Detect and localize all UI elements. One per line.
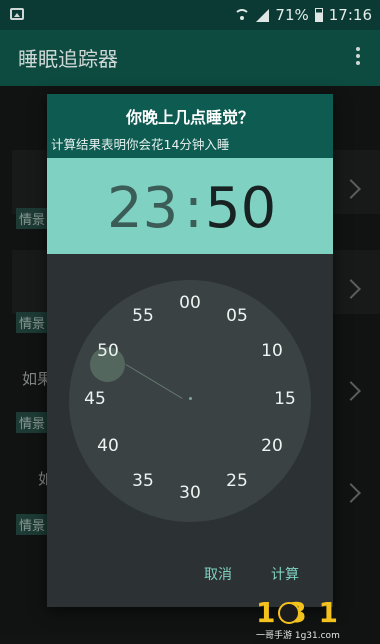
dial-center (189, 397, 192, 400)
minute-display[interactable]: 50 (205, 176, 276, 241)
calculate-button[interactable]: 计算 (271, 564, 299, 584)
watermark-logo: 1 3 1 一哥手游 1g31.com (256, 596, 374, 641)
dial-number[interactable]: 35 (125, 469, 161, 493)
status-bar: 71% 17:16 (0, 0, 380, 30)
dial-number[interactable]: 30 (172, 481, 208, 505)
hour-display[interactable]: 23 (107, 176, 178, 241)
time-separator: : (184, 176, 203, 241)
mascot-icon (278, 602, 300, 624)
signal-icon (256, 8, 270, 22)
dial-number[interactable]: 25 (219, 469, 255, 493)
battery-percent: 71% (275, 6, 309, 24)
time-picker-dialog: 你晚上几点睡觉？ 计算结果表明你会花14分钟入睡 23 : 50 00 05 1… (47, 94, 333, 607)
dial-number[interactable]: 10 (254, 339, 290, 363)
image-notification-icon (10, 8, 24, 20)
watermark-url: 一哥手游 1g31.com (256, 631, 340, 641)
dial-number[interactable]: 45 (77, 387, 113, 411)
time-display: 23 : 50 (47, 158, 333, 254)
app-bar: 睡眠追踪器 (0, 30, 380, 86)
dial-number[interactable]: 20 (254, 434, 290, 458)
app-title: 睡眠追踪器 (18, 47, 118, 71)
dialog-header: 你晚上几点睡觉？ 计算结果表明你会花14分钟入睡 (47, 94, 333, 158)
cancel-button[interactable]: 取消 (204, 564, 232, 584)
status-indicators: 71% 17:16 (234, 0, 372, 30)
dial-number-selected[interactable]: 50 (90, 339, 126, 363)
dial-number[interactable]: 00 (172, 291, 208, 315)
dial-number[interactable]: 05 (219, 304, 255, 328)
overflow-menu-icon[interactable] (356, 47, 360, 67)
battery-icon (314, 8, 323, 22)
dial-number[interactable]: 55 (125, 304, 161, 328)
dial-number[interactable]: 40 (90, 434, 126, 458)
dialog-title: 你晚上几点睡觉？ (125, 108, 254, 127)
dialog-subtitle: 计算结果表明你会花14分钟入睡 (51, 137, 230, 152)
wifi-icon (234, 9, 251, 21)
dial-number[interactable]: 15 (267, 387, 303, 411)
clock-time: 17:16 (328, 6, 372, 24)
